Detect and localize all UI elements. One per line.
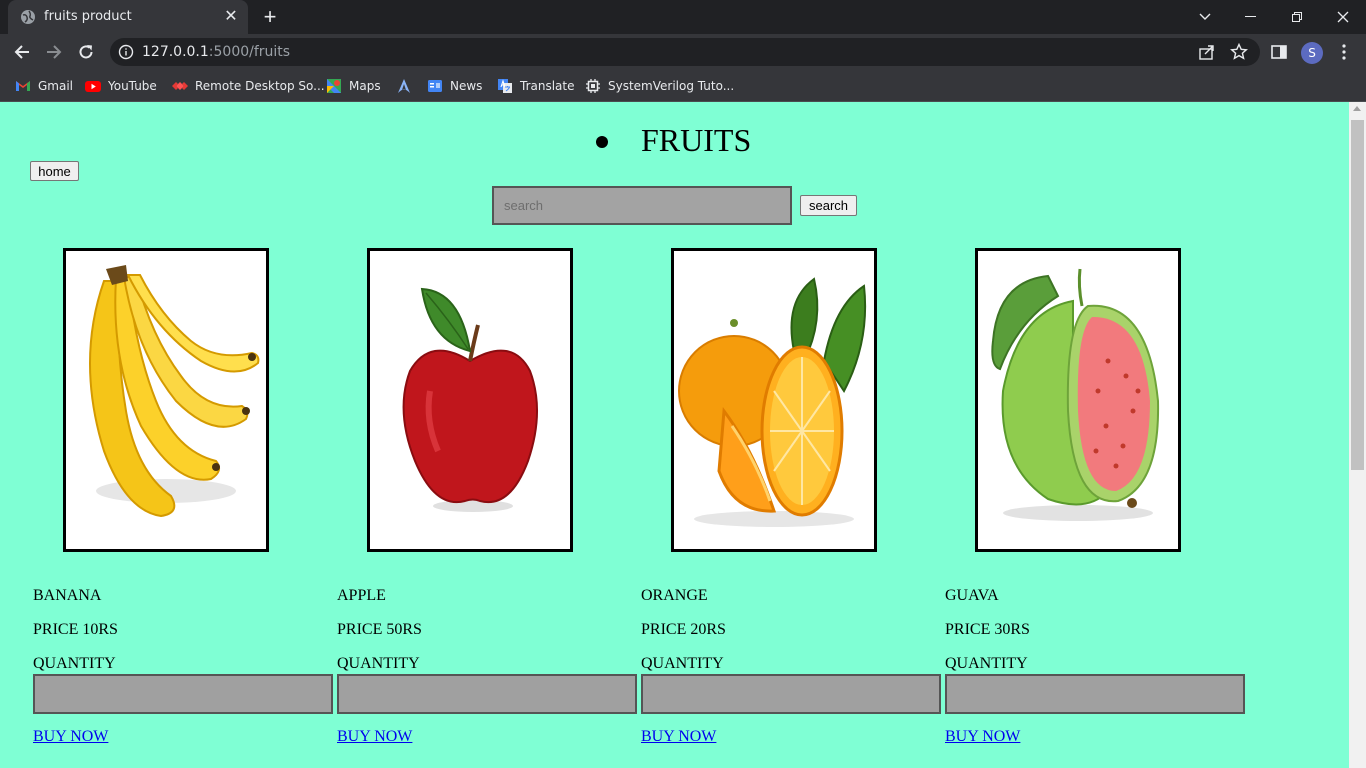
profile-avatar[interactable]: S — [1301, 42, 1323, 64]
quantity-label-apple: QUANTITY — [337, 655, 420, 672]
search-input[interactable] — [494, 188, 790, 223]
back-arrow-icon[interactable] — [8, 38, 36, 66]
tab-title: fruits product — [44, 9, 132, 24]
product-name-orange: ORANGE — [641, 587, 708, 604]
address-bar[interactable]: 127.0.0.1:5000/fruits — [110, 38, 1260, 66]
bookmark-remote-desktop[interactable]: Remote Desktop So... — [172, 76, 325, 96]
orange-image — [671, 248, 877, 552]
page-viewport: FRUITS home search BANANA PRICE 10RS QUA… — [0, 102, 1349, 768]
bookmark-label: Gmail — [38, 79, 74, 93]
bookmark-label: Maps — [349, 79, 381, 93]
bookmark-unnamed[interactable] — [396, 76, 419, 96]
buy-now-link-banana[interactable]: BUY NOW — [33, 728, 108, 746]
gmail-icon — [16, 81, 30, 91]
bookmark-youtube[interactable]: YouTube — [85, 76, 157, 96]
product-name-banana: BANANA — [33, 587, 102, 604]
bookmark-translate[interactable]: Translate — [497, 76, 575, 96]
vertical-scrollbar[interactable] — [1349, 102, 1366, 768]
bookmark-maps[interactable]: Maps — [326, 76, 381, 96]
quantity-label-banana: QUANTITY — [33, 655, 116, 672]
url-host: 127.0.0.1 — [142, 44, 209, 60]
search-input-wrapper — [492, 186, 792, 225]
list-bullet — [596, 136, 608, 148]
kebab-menu-icon[interactable] — [1331, 39, 1357, 65]
arch-logo-icon — [398, 79, 410, 93]
bookmark-label: News — [450, 79, 483, 93]
scrollbar-thumb[interactable] — [1351, 120, 1364, 470]
bookmark-star-icon[interactable] — [1230, 43, 1248, 61]
bookmark-news[interactable]: News — [427, 76, 482, 96]
remote-desktop-icon — [172, 82, 188, 90]
maps-icon — [327, 79, 341, 93]
bookmarks-bar: Gmail YouTube Remote Desktop So... Maps … — [0, 70, 1366, 102]
quantity-label-guava: QUANTITY — [945, 655, 1028, 672]
bookmark-label: Remote Desktop So... — [195, 79, 325, 93]
chip-icon — [586, 79, 600, 93]
buy-now-link-guava[interactable]: BUY NOW — [945, 728, 1020, 746]
banana-image — [63, 248, 269, 552]
browser-tab[interactable]: fruits product ✕ — [8, 0, 248, 34]
quantity-input-banana[interactable] — [33, 674, 333, 714]
minimize-icon[interactable] — [1228, 0, 1274, 34]
url-text: 127.0.0.1:5000/fruits — [142, 44, 290, 60]
scroll-up-arrow-icon[interactable] — [1353, 106, 1361, 111]
side-panel-icon[interactable] — [1266, 39, 1292, 65]
quantity-input-apple[interactable] — [337, 674, 637, 714]
product-price-orange: PRICE 20RS — [641, 621, 726, 638]
product-price-apple: PRICE 50RS — [337, 621, 422, 638]
new-tab-icon[interactable]: + — [258, 6, 282, 30]
product-price-banana: PRICE 10RS — [33, 621, 118, 638]
youtube-icon — [85, 81, 101, 92]
buy-now-link-apple[interactable]: BUY NOW — [337, 728, 412, 746]
quantity-input-orange[interactable] — [641, 674, 941, 714]
tab-close-icon[interactable]: ✕ — [222, 8, 240, 26]
bookmark-label: Translate — [520, 79, 575, 93]
translate-icon — [498, 79, 512, 93]
search-button[interactable]: search — [800, 195, 857, 216]
close-window-icon[interactable] — [1320, 0, 1366, 34]
apple-image — [367, 248, 573, 552]
share-icon[interactable] — [1198, 43, 1216, 61]
home-button[interactable]: home — [30, 161, 79, 181]
buy-now-link-orange[interactable]: BUY NOW — [641, 728, 716, 746]
reload-icon[interactable] — [72, 38, 100, 66]
site-info-icon[interactable] — [118, 44, 134, 60]
globe-icon — [21, 10, 35, 24]
browser-tab-bar: fruits product ✕ + — [0, 0, 1366, 34]
browser-toolbar: 127.0.0.1:5000/fruits S — [0, 34, 1366, 70]
product-price-guava: PRICE 30RS — [945, 621, 1030, 638]
bookmark-label: SystemVerilog Tuto... — [608, 79, 735, 93]
news-icon — [428, 80, 442, 92]
url-path: :5000/fruits — [208, 44, 291, 60]
page-title: FRUITS — [641, 122, 752, 158]
quantity-label-orange: QUANTITY — [641, 655, 724, 672]
bookmark-systemverilog[interactable]: SystemVerilog Tuto... — [585, 76, 734, 96]
product-name-guava: GUAVA — [945, 587, 999, 604]
bookmark-label: YouTube — [108, 79, 157, 93]
product-name-apple: APPLE — [337, 587, 386, 604]
tab-search-chevron-icon[interactable] — [1182, 0, 1228, 34]
forward-arrow-icon[interactable] — [40, 38, 68, 66]
restore-icon[interactable] — [1274, 0, 1320, 34]
quantity-input-guava[interactable] — [945, 674, 1245, 714]
bookmark-gmail[interactable]: Gmail — [15, 76, 73, 96]
guava-image — [975, 248, 1181, 552]
